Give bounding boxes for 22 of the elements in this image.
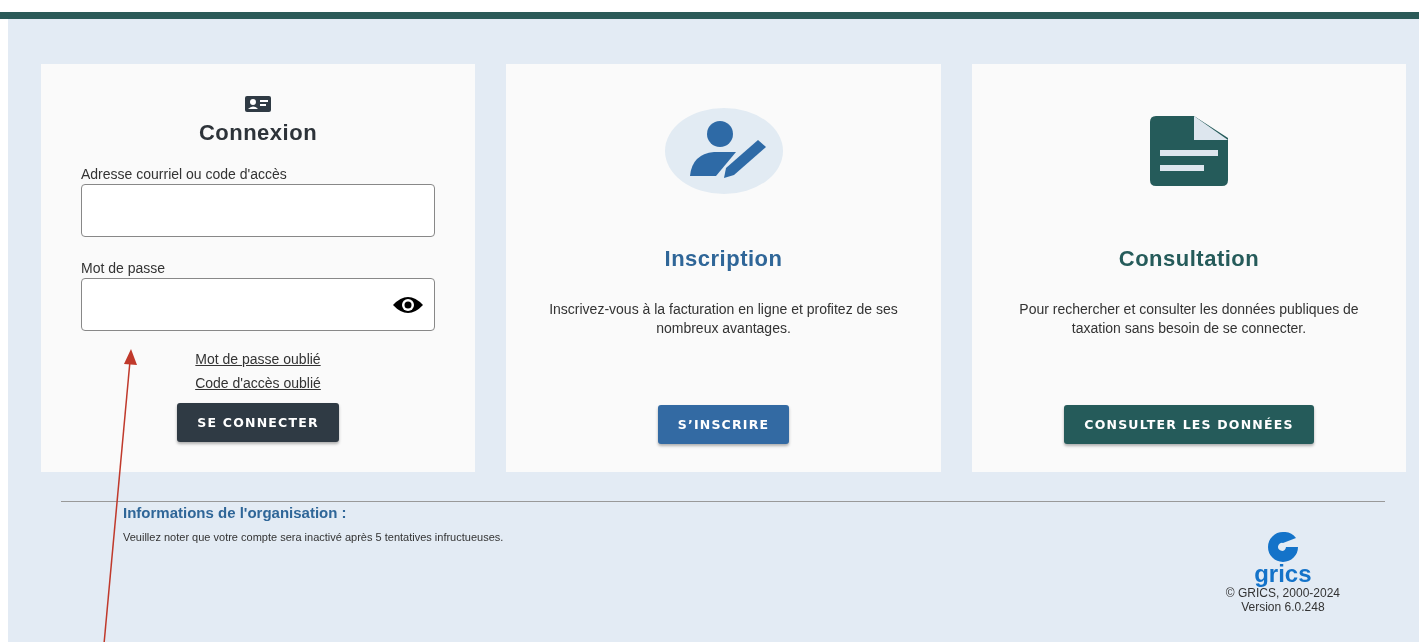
- eye-icon[interactable]: [392, 294, 424, 315]
- card-title: Inscription: [664, 246, 783, 272]
- card-description: Pour rechercher et consulter les données publiques de taxation sans besoin de se connecter.: [1018, 300, 1360, 338]
- signup-button[interactable]: S’INSCRIRE: [657, 405, 790, 444]
- field-label: Mot de passe: [81, 260, 167, 276]
- logo-icon: [1267, 532, 1298, 562]
- version-text: Version 6.0.248: [1241, 600, 1325, 614]
- consult-button[interactable]: CONSULTER LES DONNÉES: [1064, 405, 1314, 444]
- card-title: Consultation: [1118, 246, 1260, 272]
- link[interactable]: Code d'accès oublié: [195, 375, 321, 391]
- card-title: Connexion: [198, 120, 318, 146]
- copyright-text: © GRICS, 2000-2024: [1225, 586, 1340, 600]
- section-heading: Informations de l'organisation :: [123, 504, 348, 521]
- login-button[interactable]: SE CONNECTER: [177, 403, 339, 442]
- document-icon: [1150, 116, 1228, 186]
- link[interactable]: Mot de passe oublié: [195, 351, 321, 367]
- card-description: Inscrivez-vous à la facturation en ligne et profitez de ses nombreux avantages.: [548, 300, 899, 338]
- field-label: Adresse courriel ou code d'accès: [81, 166, 288, 182]
- password-field[interactable]: [81, 278, 435, 331]
- notice-text: Veuillez noter que votre compte sera inactivé après 5 tentatives infructueuses.: [123, 531, 504, 543]
- email-field[interactable]: [81, 184, 435, 237]
- id-card-icon: [245, 96, 271, 112]
